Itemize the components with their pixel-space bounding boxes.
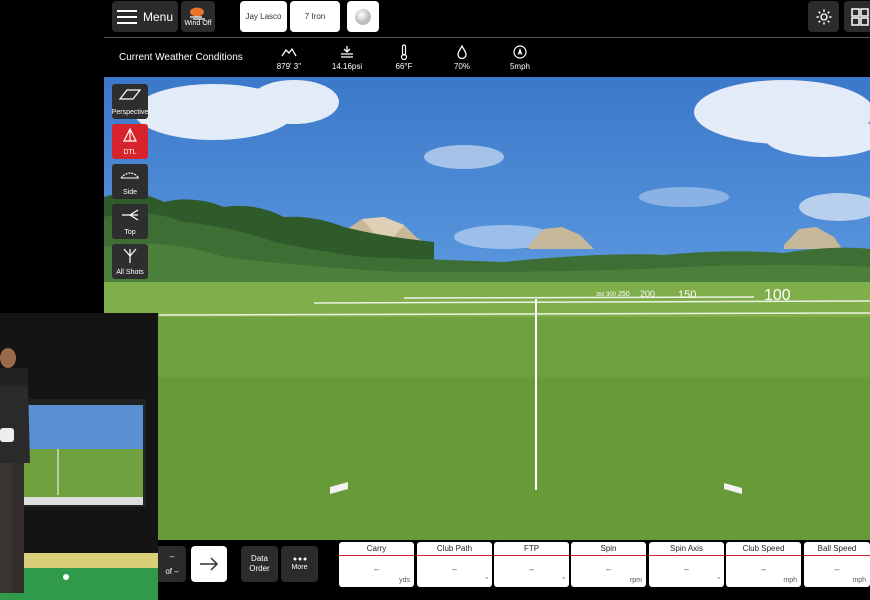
stat-carry[interactable]: Carry – yds xyxy=(339,542,414,587)
weather-wind: 5mph xyxy=(495,44,545,71)
grid-icon xyxy=(850,7,869,26)
stat-spin-axis[interactable]: Spin Axis – ° xyxy=(649,542,724,587)
ball-select-button[interactable] xyxy=(347,1,379,32)
pressure-icon xyxy=(341,46,353,58)
perspective-icon xyxy=(119,89,141,100)
weather-title: Current Weather Conditions xyxy=(119,52,243,63)
distance-marker-250: 250 xyxy=(618,291,630,298)
thermometer-icon xyxy=(400,44,408,60)
driving-range-view[interactable]: 100 150 200 250 300 350 xyxy=(104,77,870,540)
stat-club-path[interactable]: Club Path – ° xyxy=(417,542,492,587)
settings-button[interactable] xyxy=(808,1,839,32)
weather-bar: Current Weather Conditions 879' 3'' 14.1… xyxy=(104,39,870,77)
hamburger-icon xyxy=(116,9,137,24)
more-dots-icon xyxy=(293,557,306,561)
weather-pressure: 14.16psi xyxy=(322,44,372,71)
player-name: Jay Lasco xyxy=(245,12,282,21)
dtl-icon xyxy=(123,128,137,142)
club-select-button[interactable]: 7 Iron xyxy=(290,1,340,32)
top-view-icon xyxy=(122,209,139,221)
altitude-icon xyxy=(281,47,297,57)
humidity-drop-icon xyxy=(457,45,467,59)
weather-temperature: 66°F xyxy=(379,44,429,71)
distance-marker-200: 200 xyxy=(640,289,655,299)
side-icon xyxy=(120,172,140,179)
wind-label: Wind Off xyxy=(184,20,212,27)
all-shots-icon xyxy=(123,248,137,263)
menu-label: Menu xyxy=(142,9,174,24)
view-dtl-button[interactable]: DTL xyxy=(112,124,148,159)
view-perspective-button[interactable]: Perspective xyxy=(112,84,148,119)
view-top-button[interactable]: Top xyxy=(112,204,148,239)
camera-inset-video xyxy=(0,313,158,600)
range-scene: 100 150 200 250 300 350 xyxy=(104,80,870,540)
data-order-button[interactable]: Data Order xyxy=(241,546,278,582)
top-toolbar: Menu Wind Off Jay Lasco 7 Iron xyxy=(104,0,870,38)
distance-marker-300: 300 xyxy=(606,292,617,298)
layout-grid-button[interactable] xyxy=(844,1,870,32)
stat-spin[interactable]: Spin – rpm xyxy=(571,542,646,587)
next-shot-button[interactable] xyxy=(191,546,227,582)
golf-ball-icon xyxy=(355,8,371,25)
distance-marker-150: 150 xyxy=(678,289,696,301)
distance-marker-350: 350 xyxy=(596,292,605,298)
menu-button[interactable]: Menu xyxy=(112,1,178,32)
player-select-button[interactable]: Jay Lasco xyxy=(240,1,287,32)
arrow-right-icon xyxy=(200,557,219,571)
distance-marker-100: 100 xyxy=(764,287,791,304)
stat-ftp[interactable]: FTP – ° xyxy=(494,542,569,587)
weather-altitude: 879' 3'' xyxy=(264,44,314,71)
app-window: Menu Wind Off Jay Lasco 7 Iron Current W… xyxy=(0,0,870,600)
shot-counter: – of – xyxy=(158,546,186,582)
wind-cloud-icon xyxy=(190,7,205,20)
stat-club-speed[interactable]: Club Speed – mph xyxy=(726,542,801,587)
weather-humidity: 70% xyxy=(437,44,487,71)
more-button[interactable]: More xyxy=(281,546,318,582)
wind-toggle-button[interactable]: Wind Off xyxy=(181,1,215,32)
club-name: 7 Iron xyxy=(304,12,326,21)
view-all-shots-button[interactable]: All Shots xyxy=(112,244,148,279)
gear-icon xyxy=(816,9,831,24)
view-side-button[interactable]: Side xyxy=(112,164,148,199)
bottom-stats-bar: – of – Data Order More Carry – yds Club … xyxy=(158,540,870,600)
presenter-image xyxy=(0,313,158,600)
wind-compass-icon xyxy=(513,45,527,59)
stat-ball-speed[interactable]: Ball Speed – mph xyxy=(804,542,870,587)
